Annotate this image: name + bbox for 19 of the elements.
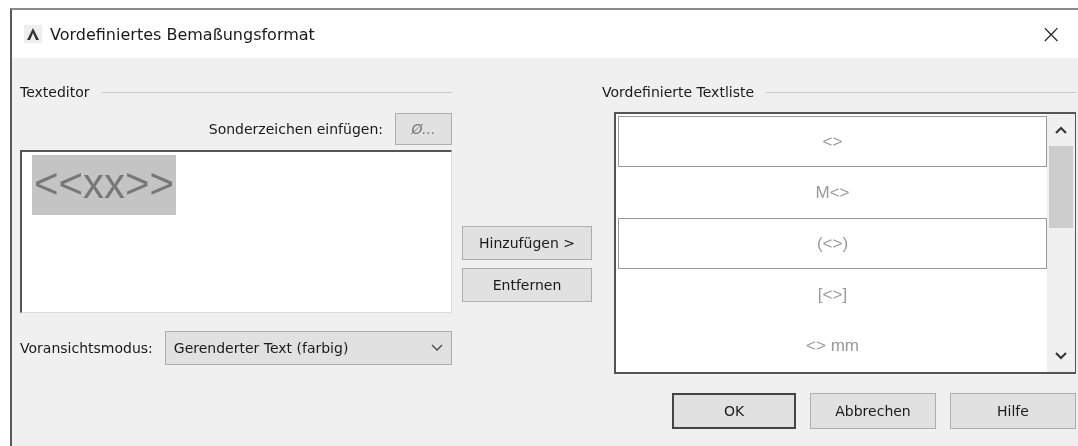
cancel-button[interactable]: Abbrechen — [810, 393, 936, 429]
ok-button[interactable]: OK — [672, 393, 796, 429]
editor-text: <<xx>> — [32, 155, 177, 215]
window-title: Vordefiniertes Bemaßungsformat — [50, 24, 316, 44]
add-button[interactable]: Hinzufügen > — [462, 226, 592, 260]
preview-mode-dropdown[interactable]: Gerenderter Text (farbig) — [164, 331, 452, 365]
scrollbar[interactable] — [1047, 114, 1075, 372]
close-button[interactable]: × — [1036, 19, 1066, 49]
special-characters-label: Sonderzeichen einfügen: — [208, 121, 383, 137]
help-button[interactable]: Hilfe — [950, 393, 1076, 429]
scroll-down-icon[interactable] — [1055, 352, 1067, 360]
scroll-up-icon[interactable] — [1055, 126, 1067, 134]
chevron-down-icon — [431, 344, 443, 352]
remove-button[interactable]: Entfernen — [462, 268, 592, 302]
insert-symbol-button[interactable]: Ø... — [395, 113, 452, 145]
preview-mode-label: Voransichtsmodus: — [20, 340, 153, 356]
section-heading: Texteditor — [20, 84, 90, 100]
app-logo-icon — [24, 25, 42, 43]
section-heading: Vordefinierte Textliste — [602, 84, 755, 100]
